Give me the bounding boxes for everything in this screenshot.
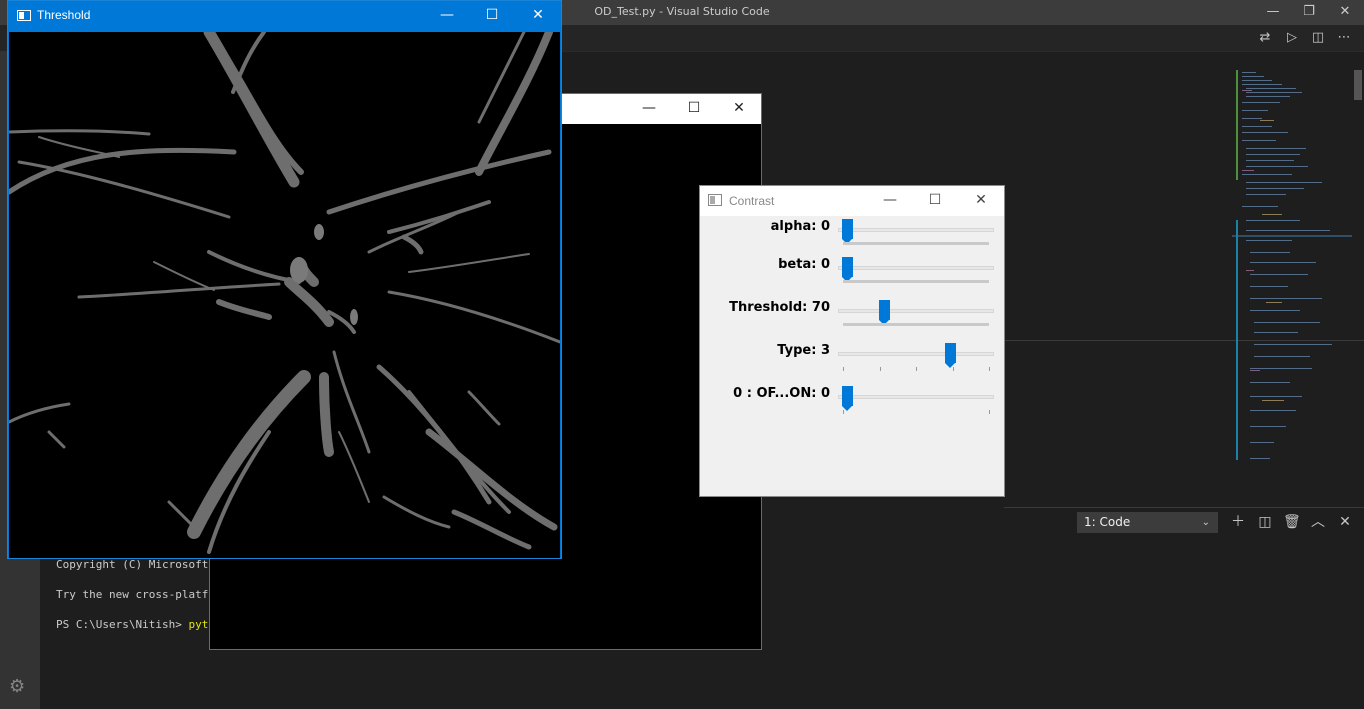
trackbar-thumb[interactable] <box>944 343 956 368</box>
compare-icon[interactable]: ⇄ <box>1256 30 1274 46</box>
split-editor-icon[interactable]: ◫ <box>1309 30 1327 46</box>
gear-icon[interactable]: ⚙ <box>9 676 25 697</box>
trackbar-thumb[interactable] <box>878 300 890 325</box>
minimize-button[interactable]: — <box>424 1 470 31</box>
close-panel-icon[interactable]: ✕ <box>1337 514 1353 530</box>
trackbar-baseline <box>843 280 989 283</box>
minimap[interactable] <box>1232 70 1352 470</box>
app-icon <box>17 10 31 21</box>
trackbar-track[interactable] <box>838 266 994 270</box>
trackbar-tick <box>843 367 844 371</box>
close-button[interactable]: ✕ <box>716 94 762 124</box>
trackbar-label: alpha: 0 <box>770 219 830 234</box>
vessel-image <box>9 32 560 554</box>
run-icon[interactable]: ▷ <box>1283 30 1301 46</box>
split-terminal-icon[interactable]: ◫ <box>1257 514 1273 530</box>
minimize-button[interactable]: — <box>867 186 913 216</box>
threshold-window-title: Threshold <box>37 8 91 22</box>
contrast-window-title: Contrast <box>729 194 775 208</box>
trackbar-tick <box>989 367 990 371</box>
chevron-down-icon: ⌄ <box>1201 517 1210 528</box>
trackbar-track[interactable] <box>838 309 994 313</box>
trackbar-baseline <box>843 323 989 326</box>
contrast-titlebar[interactable]: Contrast — ☐ ✕ <box>700 186 1004 216</box>
maximize-panel-icon[interactable]: ︿ <box>1310 514 1326 530</box>
trackbar-thumb[interactable] <box>842 257 853 282</box>
terminal-prompt[interactable]: PS C:\Users\Nitish> python <box>56 618 228 631</box>
trackbar-tick <box>879 367 881 371</box>
trackbar-track[interactable] <box>838 352 994 356</box>
maximize-button[interactable]: ☐ <box>469 1 515 31</box>
vscode-close-button[interactable]: ✕ <box>1322 0 1364 25</box>
contrast-window[interactable]: Contrast — ☐ ✕ alpha: 0 beta: 0 Threshol… <box>699 185 1005 497</box>
trash-icon[interactable]: 🗑 <box>1283 514 1301 530</box>
trackbar-tick <box>989 410 990 414</box>
trackbar-label: 0 : OF...ON: 0 <box>733 386 830 401</box>
maximize-button[interactable]: ☐ <box>912 186 958 216</box>
add-terminal-icon[interactable]: ＋ <box>1230 514 1246 530</box>
trackbar-beta: beta: 0 <box>700 257 1004 297</box>
app-icon <box>708 194 722 206</box>
trackbar-label: Threshold: 70 <box>729 300 830 315</box>
trackbar-threshold: Threshold: 70 <box>700 300 1004 340</box>
trackbar-label: Type: 3 <box>777 343 830 358</box>
trackbar-tick <box>952 367 954 371</box>
minimize-button[interactable]: — <box>626 94 672 124</box>
minimap-graphic <box>1232 70 1352 460</box>
trackbar-track[interactable] <box>838 395 994 399</box>
desktop: OD_Test.py - Visual Studio Code — ❐ ✕ ⇄ … <box>0 0 1364 709</box>
trackbar-on-off: 0 : OF...ON: 0 <box>700 386 1004 426</box>
terminal-line: Try the new cross-platform <box>56 588 229 601</box>
trackbar-label: beta: 0 <box>778 257 830 272</box>
threshold-image <box>9 32 560 558</box>
trackbar-thumb[interactable] <box>842 219 853 244</box>
trackbar-alpha: alpha: 0 <box>700 219 1004 259</box>
trackbar-tick <box>916 367 917 371</box>
trackbar-type: Type: 3 <box>700 343 1004 383</box>
trackbar-tick <box>843 410 844 414</box>
terminal-prompt-text: PS C:\Users\Nitish> <box>56 618 189 631</box>
close-button[interactable]: ✕ <box>958 186 1004 216</box>
threshold-window[interactable]: Threshold — ☐ ✕ <box>7 0 562 559</box>
terminal-select-value: 1: Code <box>1084 515 1131 529</box>
threshold-titlebar[interactable]: Threshold — ☐ ✕ <box>8 1 561 32</box>
trackbar-thumb[interactable] <box>842 386 853 411</box>
terminal-line: Copyright (C) Microsoft Co <box>56 558 229 571</box>
more-icon[interactable]: ⋯ <box>1335 30 1353 46</box>
editor-scrollbar[interactable] <box>1354 70 1362 100</box>
close-button[interactable]: ✕ <box>515 1 561 31</box>
maximize-button[interactable]: ☐ <box>671 94 717 124</box>
trackbar-baseline <box>843 242 989 245</box>
trackbar-track[interactable] <box>838 228 994 232</box>
terminal-select[interactable]: 1: Code ⌄ <box>1077 512 1218 533</box>
